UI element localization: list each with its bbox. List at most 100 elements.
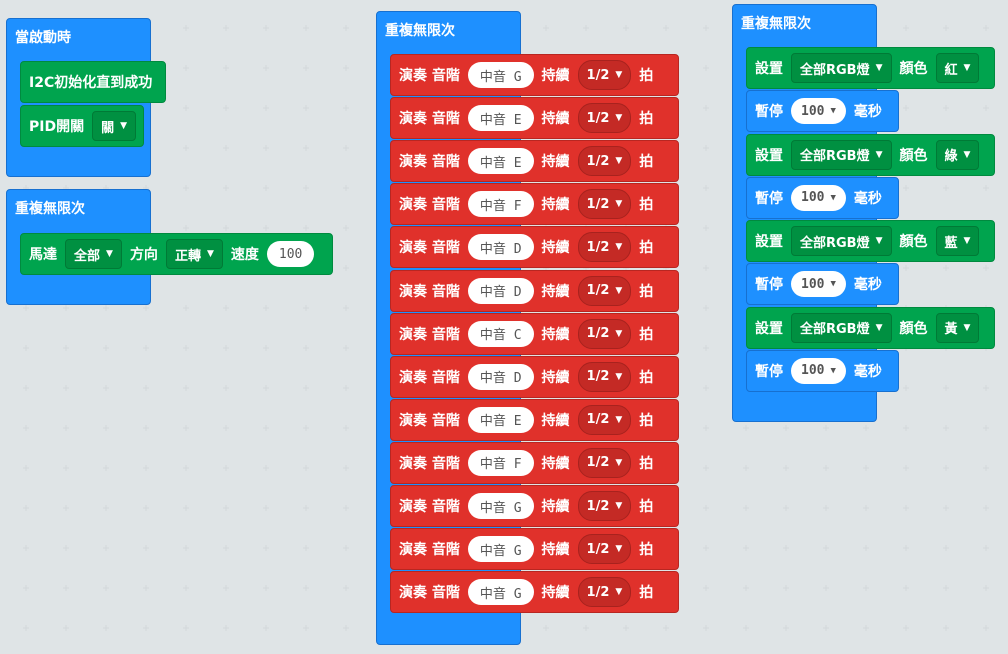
grid-mark <box>863 505 869 511</box>
pid-switch-dropdown[interactable]: 關 ▼ <box>92 111 137 141</box>
tone-input[interactable]: 中音 F <box>467 191 534 218</box>
duration-dropdown[interactable]: 1/2 ▼ <box>577 361 632 392</box>
tone-input[interactable]: 中音 C <box>467 320 534 347</box>
duration-dropdown[interactable]: 1/2 ▼ <box>577 103 632 134</box>
tone-input[interactable]: 中音 G <box>467 536 534 563</box>
tone-input[interactable]: 中音 D <box>467 277 534 304</box>
grid-mark <box>223 105 229 111</box>
tone-input[interactable]: 中音 G <box>467 62 534 88</box>
set-rgb-block[interactable]: 設置 全部RGB燈 ▼ 顏色綠 ▼ <box>746 133 995 176</box>
duration-dropdown[interactable]: 1/2 ▼ <box>577 318 632 349</box>
duration-label: 持續 <box>541 542 570 559</box>
duration-value: 1/2 <box>586 196 610 212</box>
duration-dropdown[interactable]: 1/2 ▼ <box>577 404 632 435</box>
pause-ms-dropdown[interactable]: 100 ▼ <box>791 98 846 124</box>
tone-input[interactable]: 中音 D <box>467 363 534 390</box>
grid-mark <box>223 145 229 151</box>
pause-block[interactable]: 暫停 100 ▼ 毫秒 <box>746 263 899 305</box>
rgb-target-dropdown[interactable]: 全部RGB燈 ▼ <box>791 312 892 343</box>
set-rgb-block[interactable]: 設置 全部RGB燈 ▼ 顏色紅 ▼ <box>746 47 995 89</box>
grid-mark <box>303 585 309 591</box>
grid-mark <box>903 425 909 431</box>
play-tone-block[interactable]: 演奏 音階 中音 E 持續 1/2 ▼ 拍 <box>390 140 679 183</box>
rgb-target-dropdown[interactable]: 全部RGB燈 ▼ <box>791 226 892 256</box>
play-tone-block[interactable]: 演奏 音階 中音 D 持續 1/2 ▼ 拍 <box>390 355 679 398</box>
grid-mark <box>903 105 909 111</box>
play-tone-block[interactable]: 演奏 音階 中音 G 持續 1/2 ▼ 拍 <box>390 485 679 527</box>
set-rgb-block[interactable]: 設置 全部RGB燈 ▼ 顏色藍 ▼ <box>746 220 995 262</box>
pid-switch-block[interactable]: PID開關 關 ▼ <box>20 105 144 147</box>
rgb-target-dropdown[interactable]: 全部RGB燈 ▼ <box>791 139 892 170</box>
grid-mark <box>263 65 269 71</box>
grid-mark <box>223 425 229 431</box>
i2c-init-block[interactable]: I2C初始化直到成功 <box>20 61 166 103</box>
speed-input[interactable]: 100 <box>266 241 315 267</box>
duration-dropdown[interactable]: 1/2 ▼ <box>577 577 632 608</box>
tone-input[interactable]: 中音 E <box>467 148 534 175</box>
tone-input[interactable]: 中音 D <box>467 234 534 261</box>
grid-mark <box>103 425 109 431</box>
grid-mark <box>183 25 189 31</box>
beat-unit-label: 拍 <box>639 197 654 214</box>
pause-block[interactable]: 暫停 100 ▼ 毫秒 <box>746 176 899 219</box>
duration-value: 1/2 <box>586 283 610 298</box>
grid-mark <box>303 385 309 391</box>
grid-mark <box>863 425 869 431</box>
duration-dropdown[interactable]: 1/2 ▼ <box>577 232 632 263</box>
color-dropdown[interactable]: 紅 ▼ <box>935 53 980 83</box>
duration-label: 持續 <box>541 111 570 128</box>
set-rgb-block[interactable]: 設置 全部RGB燈 ▼ 顏色黃 ▼ <box>746 306 995 349</box>
play-tone-block[interactable]: 演奏 音階 中音 G 持續 1/2 ▼ 拍 <box>390 528 679 571</box>
play-tone-block[interactable]: 演奏 音階 中音 E 持續 1/2 ▼ 拍 <box>390 398 679 441</box>
duration-label: 持續 <box>541 326 570 343</box>
motor-target-dropdown[interactable]: 全部 ▼ <box>65 239 122 269</box>
pause-ms-dropdown[interactable]: 100 ▼ <box>791 271 846 297</box>
duration-dropdown[interactable]: 1/2 ▼ <box>577 275 632 306</box>
play-tone-block[interactable]: 演奏 音階 中音 C 持續 1/2 ▼ 拍 <box>390 312 679 355</box>
pid-switch-value: 關 <box>101 120 115 136</box>
beat-unit-label: 拍 <box>639 585 654 602</box>
tone-input[interactable]: 中音 F <box>467 449 534 476</box>
tone-input[interactable]: 中音 G <box>467 579 534 606</box>
motor-block[interactable]: 馬達 全部 ▼ 方向 正轉 ▼ 速度 100 <box>20 233 333 275</box>
duration-value: 1/2 <box>586 369 610 385</box>
play-tone-block[interactable]: 演奏 音階 中音 G 持續 1/2 ▼ 拍 <box>390 54 679 96</box>
duration-dropdown[interactable]: 1/2 ▼ <box>577 146 632 177</box>
rgb-target-value: 全部RGB燈 <box>800 62 870 78</box>
color-dropdown[interactable]: 黃 ▼ <box>935 312 980 343</box>
color-dropdown[interactable]: 藍 ▼ <box>935 226 980 256</box>
motor-label: 馬達 <box>29 247 57 263</box>
pause-ms-dropdown[interactable]: 100 ▼ <box>791 184 846 211</box>
color-dropdown[interactable]: 綠 ▼ <box>935 139 980 170</box>
tone-input[interactable]: 中音 E <box>467 406 534 433</box>
pause-ms-value: 100 <box>801 103 825 119</box>
pause-block[interactable]: 暫停 100 ▼ 毫秒 <box>746 349 899 392</box>
play-tone-block[interactable]: 演奏 音階 中音 D 持續 1/2 ▼ 拍 <box>390 226 679 269</box>
grid-mark <box>223 225 229 231</box>
duration-dropdown[interactable]: 1/2 ▼ <box>577 491 632 521</box>
color-label: 顏色 <box>899 320 928 337</box>
grid-mark <box>943 25 949 31</box>
rgb-target-dropdown[interactable]: 全部RGB燈 ▼ <box>791 53 892 83</box>
grid-mark <box>63 585 69 591</box>
pause-ms-dropdown[interactable]: 100 ▼ <box>791 357 846 384</box>
tone-input[interactable]: 中音 E <box>467 105 534 132</box>
play-tone-block[interactable]: 演奏 音階 中音 G 持續 1/2 ▼ 拍 <box>390 571 679 614</box>
duration-dropdown[interactable]: 1/2 ▼ <box>577 534 632 565</box>
play-tone-block[interactable]: 演奏 音階 中音 D 持續 1/2 ▼ 拍 <box>390 269 679 312</box>
grid-mark <box>863 545 869 551</box>
grid-mark <box>263 105 269 111</box>
grid-mark <box>103 505 109 511</box>
duration-dropdown[interactable]: 1/2 ▼ <box>577 60 632 90</box>
pause-block[interactable]: 暫停 100 ▼ 毫秒 <box>746 90 899 132</box>
play-tone-block[interactable]: 演奏 音階 中音 F 持續 1/2 ▼ 拍 <box>390 441 679 484</box>
grid-mark <box>63 625 69 631</box>
play-tone-block[interactable]: 演奏 音階 中音 E 持續 1/2 ▼ 拍 <box>390 97 679 140</box>
tone-input[interactable]: 中音 G <box>467 493 534 519</box>
direction-dropdown[interactable]: 正轉 ▼ <box>165 239 223 269</box>
speed-label: 速度 <box>230 247 259 263</box>
ms-label: 毫秒 <box>853 363 882 380</box>
duration-dropdown[interactable]: 1/2 ▼ <box>577 447 632 478</box>
play-tone-block[interactable]: 演奏 音階 中音 F 持續 1/2 ▼ 拍 <box>390 183 679 226</box>
duration-dropdown[interactable]: 1/2 ▼ <box>577 189 632 220</box>
